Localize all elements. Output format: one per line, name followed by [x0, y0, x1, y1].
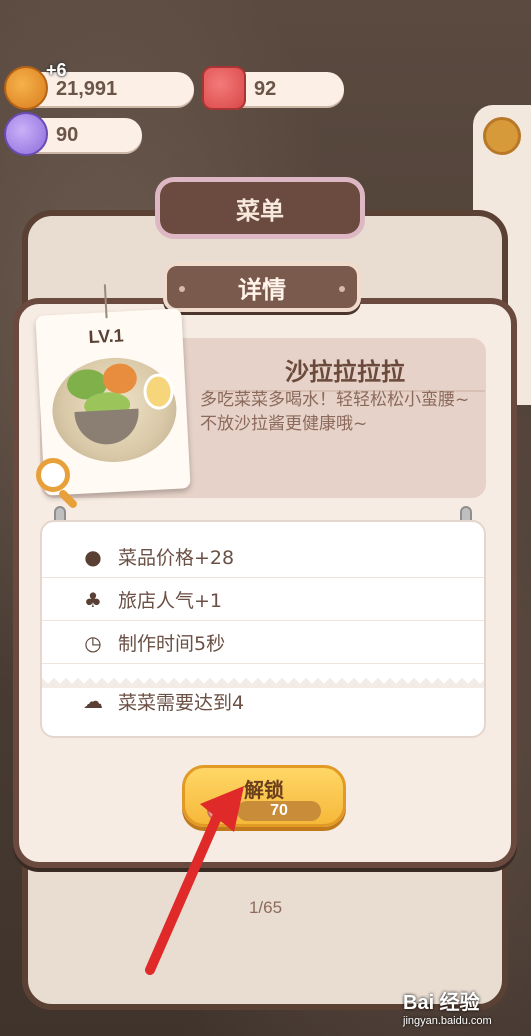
cookie-bonus-badge: +6 — [46, 60, 67, 80]
watermark-sub: jingyan.baidu.com — [403, 1015, 492, 1027]
vegetable-icon: ☁ — [83, 689, 103, 713]
stat-row-time: ◷ 制作时间5秒 — [42, 622, 484, 664]
watermark-text: Bai 经验 — [403, 992, 480, 1014]
page-indicator: 1/65 — [248, 898, 283, 917]
stat-row-popularity: ♣ 旅店人气+1 — [42, 579, 484, 621]
cookie-icon — [4, 66, 48, 110]
dish-description: 多吃菜菜多喝水！轻轻松松小蛮腰~不放沙拉酱更健康哦~ — [200, 390, 470, 434]
popularity-icon: ♣ — [84, 587, 102, 612]
cookie-icon: ● — [84, 544, 102, 569]
watermark: Bai 经验 jingyan.baidu.com — [403, 986, 523, 1030]
detail-title-tab: 详情 — [163, 262, 361, 312]
clock-icon: ◷ — [84, 630, 102, 655]
stat-row-price: ● 菜品价格+28 — [42, 536, 484, 578]
dish-name: 沙拉拉拉拉 — [205, 348, 485, 392]
magnifier-icon[interactable] — [36, 458, 84, 510]
stat-text: 旅店人气+1 — [118, 590, 223, 612]
dish-level: LV.1 — [88, 325, 125, 348]
cookie-counter: 21,991 — [4, 66, 194, 110]
stats-list: ● 菜品价格+28 ♣ 旅店人气+1 ◷ 制作时间5秒 ☁ 菜菜需要达到4 — [40, 520, 486, 738]
pin-icon — [339, 286, 345, 292]
ticket-value: 92 — [254, 77, 277, 100]
gear-icon[interactable] — [483, 117, 521, 155]
menu-title: 菜单 — [160, 182, 360, 234]
detail-title: 详情 — [238, 275, 286, 304]
stat-row-requirement: ☁ 菜菜需要达到4 — [42, 680, 484, 722]
ticket-counter: 92 — [202, 66, 344, 110]
gem-icon — [4, 112, 48, 156]
ticket-icon — [202, 66, 246, 110]
gem-counter: 90 — [4, 112, 142, 156]
annotation-arrow — [145, 786, 244, 975]
gem-value: 90 — [56, 123, 79, 146]
pin-icon — [179, 286, 185, 292]
stat-text: 菜品价格+28 — [118, 547, 235, 569]
requirement-text: 菜菜需要达到4 — [118, 691, 245, 714]
stat-text: 制作时间5秒 — [118, 633, 226, 655]
